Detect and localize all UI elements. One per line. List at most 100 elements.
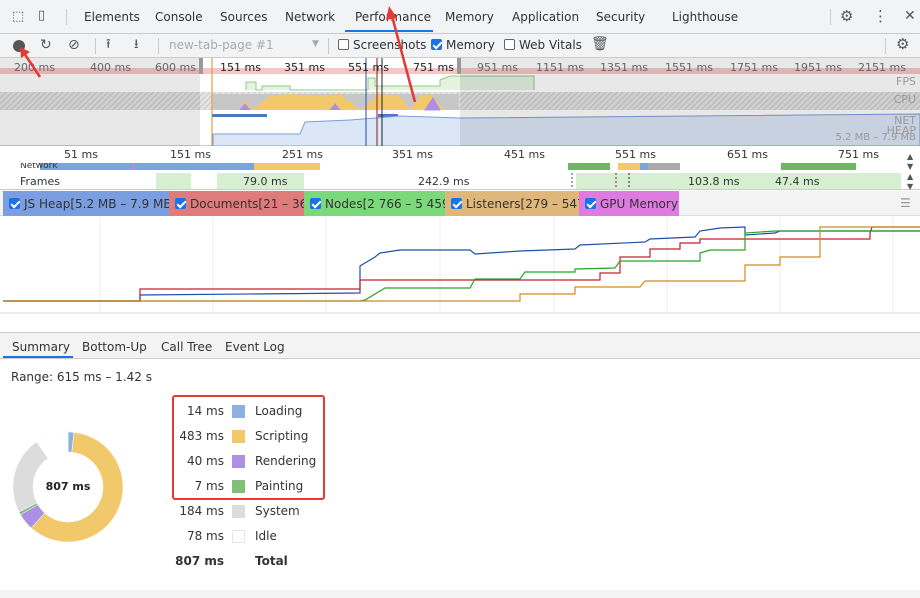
load-profile-icon[interactable]: ⭱ — [106, 38, 111, 52]
inspect-element-icon[interactable]: ⬚ — [12, 10, 24, 24]
screenshots-checkbox[interactable]: Screenshots — [338, 38, 426, 52]
ruler-tick: 400 ms — [90, 61, 131, 74]
tab-application[interactable]: Application — [512, 10, 579, 24]
network-track-label[interactable]: Network — [20, 163, 58, 170]
web-vitals-checkbox[interactable]: Web Vitals — [504, 38, 582, 52]
cpu-track-label: CPU — [893, 93, 916, 106]
checkbox-checked-icon[interactable] — [310, 198, 321, 209]
menu-icon[interactable]: ☰ — [900, 196, 911, 210]
selection-handle-right[interactable] — [457, 58, 461, 74]
ruler-tick: 600 ms — [155, 61, 196, 74]
timeline-overview[interactable]: 200 ms 400 ms 600 ms 151 ms 351 ms 551 m… — [0, 58, 920, 146]
reload-record-icon[interactable]: ↻ — [40, 38, 52, 52]
ruler-tick: 2151 ms — [858, 61, 906, 74]
checkbox-checked-icon[interactable] — [9, 198, 20, 209]
net-request — [212, 114, 267, 117]
tab-elements[interactable]: Elements — [84, 10, 140, 24]
counter-label: Nodes[2 766 – 5 459] — [325, 197, 455, 211]
counter-listeners[interactable]: Listeners[279 – 547] — [445, 191, 589, 216]
frame-duration: 103.8 ms — [688, 175, 740, 188]
ruler-tick: 1351 ms — [600, 61, 648, 74]
counter-label: Listeners[279 – 547] — [466, 197, 590, 211]
total-value: 807 ms — [175, 554, 224, 568]
category-label: System — [255, 504, 300, 518]
category-swatch — [232, 530, 245, 543]
divider — [830, 9, 831, 25]
memory-counters-legend: JS Heap[5.2 MB – 7.9 MB] Documents[21 – … — [0, 191, 920, 216]
device-toolbar-icon[interactable]: ▯ — [38, 9, 45, 23]
performance-toolbar: ↻ ⊘ ⭱ ⭳ new-tab-page #1 ▼ Screenshots Me… — [0, 34, 920, 58]
close-icon[interactable]: ✕ — [904, 9, 916, 23]
frame-duration: 47.4 ms — [775, 175, 820, 188]
counter-js-heap[interactable]: JS Heap[5.2 MB – 7.9 MB] — [3, 191, 176, 216]
tab-network[interactable]: Network — [285, 10, 335, 24]
chevron-down-icon: ▼ — [312, 39, 319, 49]
divider — [66, 9, 67, 25]
total-label: Total — [255, 554, 288, 568]
flame-chart[interactable]: 51 ms 151 ms 251 ms 351 ms 451 ms 551 ms… — [0, 146, 920, 192]
counter-label: JS Heap[5.2 MB – 7.9 MB] — [24, 197, 177, 211]
devtools-tab-bar: ⬚ ▯ Elements Console Sources Network Per… — [0, 0, 920, 34]
checkbox-icon[interactable] — [504, 39, 515, 50]
memory-label: Memory — [446, 38, 495, 52]
heap-range: 5.2 MB – 7.9 MB — [835, 132, 917, 143]
ruler-tick: 751 ms — [413, 61, 454, 74]
counter-label: GPU Memory — [600, 197, 678, 211]
tab-lighthouse[interactable]: Lighthouse — [672, 10, 738, 24]
counter-line-1 — [3, 226, 920, 302]
tab-console[interactable]: Console — [155, 10, 203, 24]
category-time: 78 ms — [186, 529, 224, 543]
tab-bottom-up[interactable]: Bottom-Up — [82, 340, 147, 354]
selection-handle-left[interactable] — [199, 58, 203, 74]
clear-icon[interactable]: ⊘ — [68, 38, 80, 52]
tab-performance[interactable]: Performance — [355, 10, 431, 24]
divider — [328, 38, 329, 54]
category-label: Idle — [255, 529, 277, 543]
record-icon[interactable] — [13, 40, 25, 52]
scrollbar-arrows-icon[interactable]: ▲ ▼ — [907, 172, 913, 192]
frame-duration: 242.9 ms — [418, 175, 470, 188]
tab-call-tree[interactable]: Call Tree — [161, 340, 212, 354]
frame-duration: 79.0 ms — [243, 175, 288, 188]
tab-event-log[interactable]: Event Log — [225, 340, 285, 354]
checkbox-checked-icon[interactable] — [585, 198, 596, 209]
active-tab-indicator — [345, 30, 433, 32]
save-profile-icon[interactable]: ⭳ — [134, 38, 139, 52]
frames-track-label: Frames — [20, 175, 61, 188]
trash-icon[interactable]: 🗑 — [591, 37, 609, 51]
summary-row-system: 184 ms System — [172, 501, 332, 521]
tab-sources[interactable]: Sources — [220, 10, 267, 24]
donut-slice-system — [12, 441, 49, 513]
ruler-tick: 151 ms — [220, 61, 261, 74]
donut-total: 807 ms — [45, 480, 91, 493]
memory-counters-graph — [0, 217, 920, 314]
ruler-tick: 951 ms — [477, 61, 518, 74]
settings-gear-icon[interactable]: ⚙ — [840, 9, 853, 24]
ruler-tick: 1951 ms — [794, 61, 842, 74]
ruler-tick: 551 ms — [348, 61, 389, 74]
counter-label: Documents[21 – 36] — [190, 197, 312, 211]
highlight-box — [172, 395, 325, 500]
category-time: 184 ms — [179, 504, 224, 518]
target-select[interactable]: new-tab-page #1 — [169, 38, 274, 52]
counter-nodes[interactable]: Nodes[2 766 – 5 459] — [304, 191, 454, 216]
ruler-tick: 1151 ms — [536, 61, 584, 74]
more-options-icon[interactable]: ⋮ — [873, 9, 888, 24]
tab-summary[interactable]: Summary — [12, 340, 70, 354]
tab-memory[interactable]: Memory — [445, 10, 494, 24]
counter-documents[interactable]: Documents[21 – 36] — [169, 191, 312, 216]
scrollbar-arrows-icon[interactable]: ▲ ▼ — [907, 152, 913, 172]
checkbox-checked-icon[interactable] — [451, 198, 462, 209]
capture-settings-gear-icon[interactable]: ⚙ — [896, 37, 909, 52]
checkbox-checked-icon[interactable] — [431, 39, 442, 50]
divider — [885, 38, 886, 54]
memory-checkbox[interactable]: Memory — [431, 38, 495, 52]
counter-gpu-memory[interactable]: GPU Memory — [579, 191, 679, 216]
checkbox-checked-icon[interactable] — [175, 198, 186, 209]
checkbox-icon[interactable] — [338, 39, 349, 50]
ruler-tick: 351 ms — [284, 61, 325, 74]
screenshots-label: Screenshots — [353, 38, 427, 52]
active-tab-indicator — [3, 356, 73, 358]
ruler-tick: 1751 ms — [730, 61, 778, 74]
tab-security[interactable]: Security — [596, 10, 645, 24]
